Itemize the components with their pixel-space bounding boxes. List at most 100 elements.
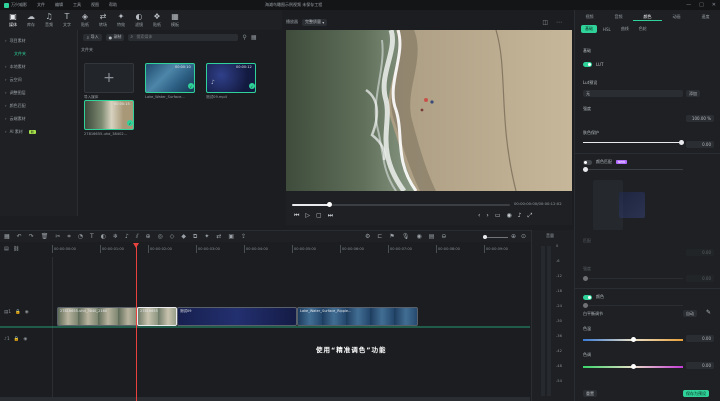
auto-wb-button[interactable]: 自动 (683, 310, 697, 317)
delete-icon[interactable]: 🗑 (41, 233, 49, 241)
menu-tools[interactable]: 工具 (73, 2, 81, 8)
subtab-wheels[interactable]: 色轮 (635, 25, 651, 33)
playhead-handle[interactable] (133, 243, 139, 248)
text-tool-icon[interactable]: T (90, 233, 94, 241)
progress-track[interactable] (292, 202, 510, 207)
toolbar-filter[interactable]: ◐ 滤镜 (130, 10, 148, 30)
timeline-clip-dark[interactable]: 测试09 (177, 307, 297, 326)
toolbar-music[interactable]: ♫ 音频 (40, 10, 58, 30)
lock-icon[interactable]: 🔒 (14, 337, 20, 342)
mask-icon[interactable]: ◇ (170, 233, 175, 241)
subtab-hsl[interactable]: HSL (599, 26, 615, 33)
sidebar-item-1[interactable]: 文件夹 (0, 47, 77, 60)
lock-icon[interactable]: 🔒 (15, 310, 21, 315)
film-icon[interactable]: ▤ (429, 233, 435, 240)
keyframe-icon[interactable]: ◆ (181, 233, 186, 241)
sidebar-item-6[interactable]: › 云端素材 (0, 112, 77, 125)
sidebar-item-3[interactable]: › 云空间 (0, 73, 77, 86)
menu-help[interactable]: 帮助 (109, 2, 117, 8)
protect-value[interactable]: 0.00 (686, 141, 714, 148)
render-icon[interactable]: ⚙ (365, 233, 370, 240)
media-item-dark[interactable]: 00:00:12 ♪ ✓ 测试09.mp4 (206, 63, 256, 100)
menu-view[interactable]: 视图 (91, 2, 99, 8)
menu-file[interactable]: 文件 (37, 2, 45, 8)
strength-slider[interactable] (583, 140, 684, 145)
color-toggle[interactable] (583, 294, 592, 300)
media-item-water[interactable]: 00:00:10 ✓ Lake_Water_Surface... (145, 63, 195, 99)
layout-icon[interactable]: ▦ (4, 233, 10, 241)
record-button[interactable]: ● 录制 (105, 33, 125, 41)
group-icon[interactable]: ▣ (228, 233, 234, 241)
undo-icon[interactable]: ↶ (17, 233, 22, 241)
eye-icon[interactable]: ◉ (25, 310, 29, 315)
stop-icon[interactable]: ▢ (316, 212, 322, 220)
toolbar-sticker[interactable]: ◈ 贴纸 (76, 10, 94, 30)
protect-slider[interactable] (583, 167, 683, 172)
timeline-clip-beach-1[interactable]: 27816655-uhd_3840_2160 (57, 307, 139, 326)
fit-icon[interactable]: ⊙ (521, 233, 526, 240)
mic-icon[interactable]: 🎙 (402, 233, 410, 240)
toolbar-text[interactable]: T 文字 (58, 10, 76, 30)
freeze-icon[interactable]: ❄ (113, 233, 118, 241)
transition-tool-icon[interactable]: ⇄ (216, 233, 221, 241)
timeline-clip-water[interactable]: Lake_Water_Surface_Ripple... (297, 307, 418, 326)
toolbar-effects[interactable]: ✦ 特效 (112, 10, 130, 30)
detach-icon[interactable]: ⧉ (193, 233, 197, 241)
toolbar-template[interactable]: ▦ 模板 (166, 10, 184, 30)
toolbar-stock[interactable]: ☁ 库存 (22, 10, 40, 30)
cut-icon[interactable]: ✂ (55, 233, 60, 241)
timeline-clip-beach-2[interactable]: 27816655 (137, 307, 177, 326)
subtab-curves[interactable]: 曲线 (617, 25, 633, 33)
sidebar-item-5[interactable]: › 颜色匹配 (0, 99, 77, 112)
more-icon[interactable]: ⋯ (556, 19, 562, 26)
tab-speed[interactable]: 速度 (691, 14, 720, 20)
menu-edit[interactable]: 编辑 (55, 2, 63, 8)
volume-icon[interactable]: ♪ (518, 212, 522, 220)
step-forward-icon[interactable]: ⏭ (328, 212, 333, 220)
sidebar-item-7[interactable]: › AI 素材新 (0, 125, 77, 138)
tab-video[interactable]: 视频 (575, 14, 604, 20)
ai-match-toggle[interactable] (583, 159, 592, 165)
zoom-in-icon[interactable]: ⊕ (511, 233, 516, 240)
sidebar-item-2[interactable]: › 本地素材 (0, 60, 77, 73)
audio-tool-icon[interactable]: ♪ (125, 233, 129, 241)
toolbar-element[interactable]: ❖ 贴纸 (148, 10, 166, 30)
match-value[interactable]: 0.00 (686, 249, 714, 256)
toolbar-transition[interactable]: ⇄ 转场 (94, 10, 112, 30)
quality-select[interactable]: 完整质量 ▾ (302, 18, 328, 26)
temp-knob[interactable] (631, 337, 636, 342)
step-back-icon[interactable]: ⏮ (294, 212, 299, 220)
mark-out-icon[interactable]: › (486, 212, 488, 220)
link-icon[interactable]: ⛓ (13, 246, 19, 252)
import-button[interactable]: ⇩ 导入 (83, 33, 102, 41)
temp-slider[interactable] (583, 337, 683, 342)
media-item-beach[interactable]: 00:00:15 ✓ 27816655-uhd_38402... (84, 100, 134, 136)
temp-value[interactable]: 0.00 (686, 335, 714, 342)
grid-view-icon[interactable]: ▦ (251, 34, 257, 41)
eyedropper-icon[interactable]: ✎ (706, 309, 711, 316)
match-value-2[interactable]: 0.00 (686, 275, 714, 282)
ai-tool-icon[interactable]: ✦ (204, 233, 209, 241)
export-icon[interactable]: ⇪ (241, 233, 246, 241)
add-track-icon[interactable]: ▤ (4, 246, 9, 252)
match-target-thumb[interactable] (619, 192, 645, 218)
timeline-ruler[interactable]: 00:00:00:00 00:00:01:00 00:00:02:00 00:00:0… (52, 243, 530, 257)
fullscreen-icon[interactable]: ⤢ (528, 212, 533, 220)
motion-icon[interactable]: ⊕ (146, 233, 151, 241)
zoom-slider[interactable] (483, 235, 508, 239)
search-input[interactable]: ⌕ 搜索媒体 (128, 33, 239, 41)
zoom-knob[interactable] (483, 235, 487, 239)
media-item-import[interactable]: + 导入媒体 (84, 63, 134, 100)
redo-icon[interactable]: ↷ (29, 233, 34, 241)
preview-video[interactable] (286, 30, 572, 191)
color-tool-icon[interactable]: ◐ (101, 233, 106, 241)
tab-audio[interactable]: 音频 (604, 14, 633, 20)
save-preset-button[interactable]: 保存为预设 (683, 390, 709, 397)
strength-value[interactable]: 100.00 % (686, 115, 714, 122)
voice-icon[interactable]: ◉ (416, 233, 421, 240)
stabilize-icon[interactable]: ◎ (158, 233, 163, 241)
minimize-icon[interactable]: — (686, 2, 691, 8)
zoom-out-icon[interactable]: ⊖ (441, 233, 446, 240)
playhead[interactable] (133, 243, 139, 401)
speed-icon[interactable]: ◔ (78, 233, 83, 241)
